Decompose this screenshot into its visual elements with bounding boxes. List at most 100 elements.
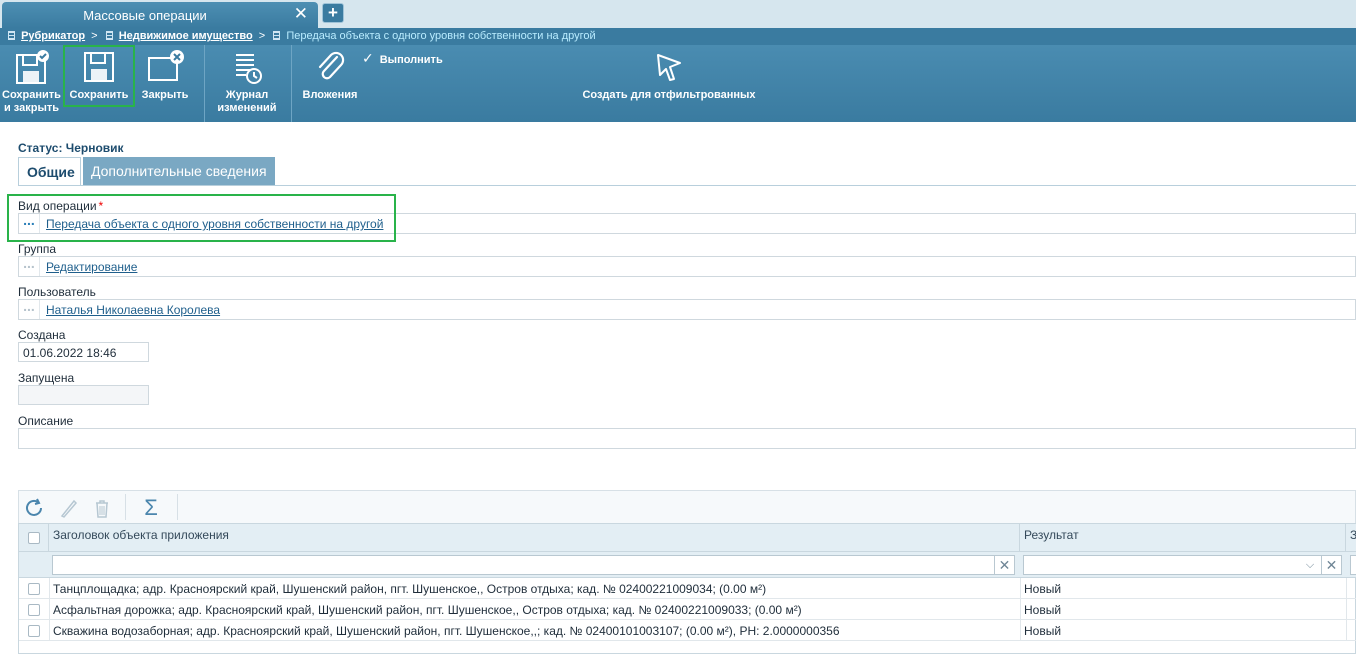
group-field: ... Редактирование <box>18 256 1356 277</box>
journal-label: Журнал изменений <box>217 89 277 114</box>
user-value[interactable]: Наталья Николаевна Королева <box>46 303 220 317</box>
started-field <box>18 385 149 405</box>
refresh-icon <box>26 498 42 516</box>
tab-general[interactable]: Общие <box>18 157 81 186</box>
column-divider <box>49 599 50 620</box>
main-toolbar: Сохранить и закрыть Сохранить Закрыть Жу… <box>0 45 1356 122</box>
extra-filter-input[interactable] <box>1350 555 1356 575</box>
save-and-close-label: Сохранить и закрыть <box>2 89 61 114</box>
catalog-icon <box>8 31 15 40</box>
column-header-title[interactable]: Заголовок объекта приложения <box>49 524 1020 552</box>
column-divider <box>49 578 50 599</box>
breadcrumb-separator: > <box>91 30 98 42</box>
started-label: Запущена <box>18 371 75 385</box>
column-divider <box>1020 620 1021 641</box>
group-lookup-button: ... <box>19 256 40 276</box>
sum-button[interactable]: Σ <box>140 497 162 519</box>
column-divider <box>1346 620 1347 641</box>
create-for-filtered-button[interactable]: Создать для отфильтрованных <box>580 45 758 122</box>
user-field: ... Наталья Николаевна Королева <box>18 299 1356 320</box>
row-title: Танцплощадка; адр. Красноярский край, Шу… <box>53 582 767 596</box>
add-tab-button[interactable]: + <box>322 3 344 23</box>
toolbar-separator <box>291 45 292 122</box>
group-value[interactable]: Редактирование <box>46 260 137 274</box>
save-highlight-box <box>63 45 135 107</box>
table-row[interactable]: Скважина водозаборная; адр. Красноярский… <box>19 620 1356 641</box>
select-all-cell <box>19 524 49 552</box>
close-button[interactable]: Закрыть <box>135 45 195 122</box>
toolbar-separator <box>204 45 205 122</box>
save-and-close-button[interactable]: Сохранить и закрыть <box>0 45 63 122</box>
table-row[interactable]: Асфальтная дорожка; адр. Красноярский кр… <box>19 599 1356 620</box>
change-journal-button[interactable]: Журнал изменений <box>208 45 286 122</box>
table-row[interactable]: Танцплощадка; адр. Красноярский край, Шу… <box>19 578 1356 599</box>
save-and-close-icon <box>15 50 49 84</box>
row-title: Асфальтная дорожка; адр. Красноярский кр… <box>53 603 802 617</box>
row-checkbox[interactable] <box>28 625 40 637</box>
clear-filter-icon[interactable]: ✕ <box>994 556 1014 574</box>
description-label: Описание <box>18 414 74 428</box>
status-label: Статус: Черновик <box>18 141 124 155</box>
grid-toolbar-separator <box>125 494 126 520</box>
execute-button[interactable]: ✓ Выполнить <box>362 50 443 67</box>
objects-grid: Заголовок объекта приложения Результат З… <box>18 523 1356 654</box>
row-result: Новый <box>1024 603 1062 617</box>
paperclip-icon <box>318 51 345 80</box>
clear-filter-icon[interactable]: ✕ <box>1321 556 1341 574</box>
tabs-divider <box>18 185 1356 186</box>
operation-type-highlight-box <box>7 194 396 242</box>
sum-icon: Σ <box>144 495 158 520</box>
row-result: Новый <box>1024 582 1062 596</box>
grid-toolbar-separator <box>177 494 178 520</box>
created-field[interactable]: 01.06.2022 18:46 <box>18 342 149 362</box>
row-checkbox[interactable] <box>28 583 40 595</box>
breadcrumb-current: Передача объекта с одного уровня собстве… <box>286 30 596 42</box>
tab-additional-info[interactable]: Дополнительные сведения <box>83 157 275 186</box>
user-label: Пользователь <box>18 285 96 299</box>
document-icon <box>105 31 113 40</box>
row-result: Новый <box>1024 624 1062 638</box>
column-divider <box>1346 578 1347 599</box>
row-title: Скважина водозаборная; адр. Красноярский… <box>53 624 840 638</box>
edit-button[interactable] <box>57 497 79 519</box>
close-form-icon <box>148 50 184 81</box>
chevron-down-icon[interactable]: ⌵ <box>1301 556 1319 574</box>
grid-header: Заголовок объекта приложения Результат З <box>19 524 1356 552</box>
group-label: Группа <box>18 242 57 256</box>
form-content: Статус: Черновик Общие Дополнительные св… <box>0 122 1356 654</box>
grid-filter-row: ✕ ⌵ ✕ <box>19 552 1356 578</box>
title-filter-input[interactable]: ✕ <box>52 555 1015 575</box>
filter-cursor-icon <box>657 54 681 81</box>
grid-toolbar: Σ <box>18 490 1356 523</box>
column-header-extra[interactable]: З <box>1346 524 1356 552</box>
refresh-button[interactable] <box>23 497 45 519</box>
breadcrumb-separator: > <box>258 30 266 42</box>
checkmark-icon: ✓ <box>362 50 374 66</box>
create-for-filtered-label: Создать для отфильтрованных <box>582 89 756 101</box>
created-label: Создана <box>18 328 66 342</box>
close-label: Закрыть <box>141 89 189 101</box>
journal-icon <box>236 54 262 84</box>
column-divider <box>1020 599 1021 620</box>
window-tab-bar: Массовые операции ✕ + <box>0 0 1356 28</box>
attachments-label: Вложения <box>302 89 358 101</box>
breadcrumb-item-real-estate[interactable]: Недвижимое имущество <box>119 28 253 45</box>
delete-button[interactable] <box>91 497 113 519</box>
attachments-button[interactable]: Вложения <box>296 45 364 122</box>
execute-label: Выполнить <box>379 54 443 66</box>
tab-title: Массовые операции <box>83 8 207 23</box>
column-divider <box>1346 599 1347 620</box>
edit-icon <box>60 499 78 518</box>
tab-close-icon[interactable]: ✕ <box>294 5 308 23</box>
description-field[interactable] <box>18 428 1356 449</box>
select-all-checkbox[interactable] <box>28 532 40 544</box>
column-divider <box>1020 578 1021 599</box>
column-header-result[interactable]: Результат <box>1020 524 1346 552</box>
row-checkbox[interactable] <box>28 604 40 616</box>
user-lookup-button: ... <box>19 299 40 319</box>
column-divider <box>49 620 50 641</box>
document-icon <box>273 31 281 40</box>
result-filter-select[interactable]: ⌵ ✕ <box>1023 555 1342 575</box>
tab-mass-operations[interactable]: Массовые операции ✕ <box>2 2 318 28</box>
breadcrumb-item-catalog[interactable]: Рубрикатор <box>21 28 85 45</box>
